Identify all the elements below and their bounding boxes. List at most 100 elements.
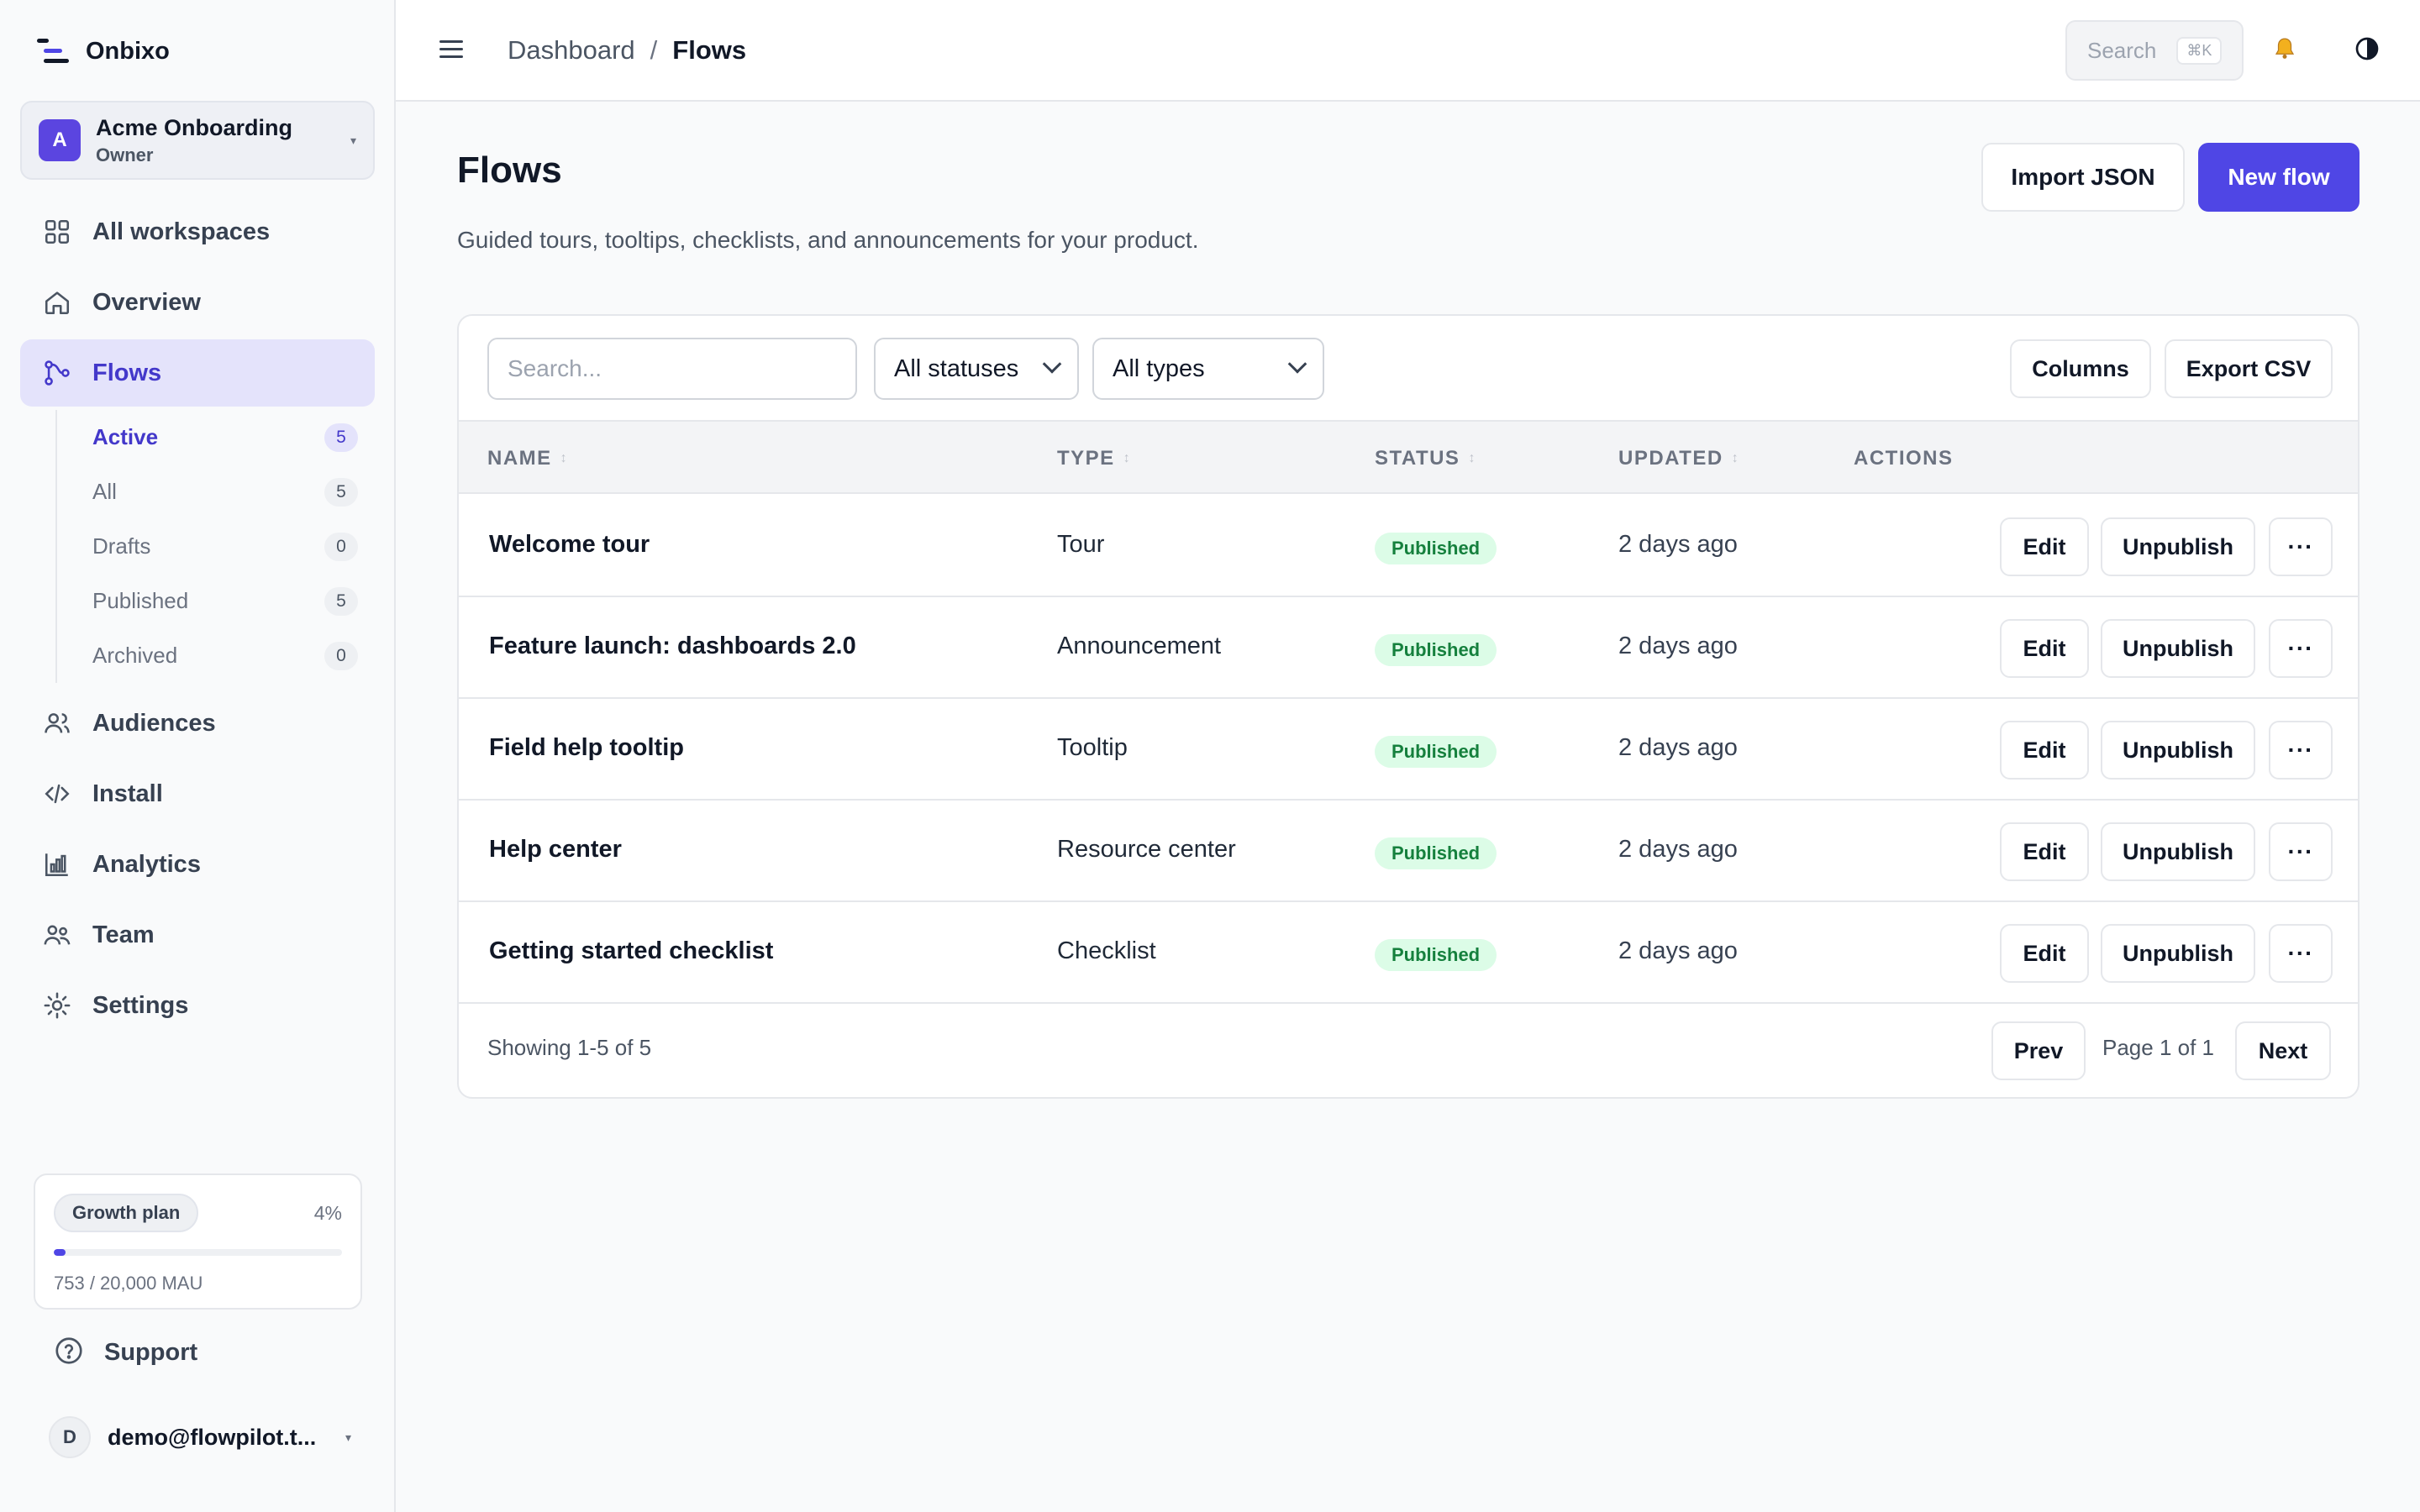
flow-name[interactable]: Welcome tour [489, 531, 650, 559]
table-row[interactable]: Getting started checklist Checklist Publis… [459, 902, 2358, 1004]
subnav-item-drafts[interactable]: Drafts 0 [57, 519, 375, 574]
more-options-button[interactable]: ··· [2269, 619, 2333, 678]
theme-toggle-icon[interactable] [2354, 35, 2381, 62]
plan-card[interactable]: Growth plan 4% 753 / 20,000 MAU [34, 1173, 362, 1310]
count-badge: 0 [324, 532, 358, 561]
breadcrumb-current: Flows [672, 35, 747, 65]
sidebar-item-settings[interactable]: Settings [20, 972, 375, 1039]
table-row[interactable]: Help center Resource center Published 2 day… [459, 801, 2358, 902]
chevron-down-icon [1287, 354, 1307, 374]
support-link[interactable]: Support [54, 1336, 197, 1370]
sidebar-item-label: Install [92, 780, 163, 807]
sort-icon: ↕ [1123, 451, 1132, 465]
edit-button[interactable]: Edit [2000, 721, 2089, 780]
table-row[interactable]: Field help tooltip Tooltip Published 2 days… [459, 699, 2358, 801]
brand[interactable]: Onbixo [37, 37, 170, 66]
sidebar-item-overview[interactable]: Overview [20, 269, 375, 336]
sidebar-nav: All workspaces Overview Flows Active 5 A… [20, 198, 375, 1042]
more-options-button[interactable]: ··· [2269, 517, 2333, 576]
column-header-updated[interactable]: UPDATED ↕ [1618, 447, 1739, 470]
column-header-label: UPDATED [1618, 447, 1723, 470]
bar-chart-icon [40, 848, 74, 881]
menu-icon[interactable] [439, 37, 466, 60]
edit-button[interactable]: Edit [2000, 517, 2089, 576]
unpublish-button[interactable]: Unpublish [2101, 924, 2255, 983]
shortcut-hint: ⌘K [2176, 36, 2223, 65]
flow-name[interactable]: Help center [489, 836, 622, 864]
sort-icon: ↕ [1468, 451, 1476, 465]
flow-type: Checklist [1057, 937, 1156, 964]
plan-usage-fill [54, 1249, 66, 1256]
subnav-item-active[interactable]: Active 5 [57, 410, 375, 465]
more-options-button[interactable]: ··· [2269, 924, 2333, 983]
import-json-button[interactable]: Import JSON [1981, 143, 2185, 212]
sidebar-item-label: All workspaces [92, 218, 271, 245]
prev-page-button[interactable]: Prev [1991, 1021, 2086, 1080]
table-row[interactable]: Welcome tour Tour Published 2 days ago Edit U… [459, 496, 2358, 597]
unpublish-button[interactable]: Unpublish [2101, 721, 2255, 780]
sort-icon: ↕ [1731, 451, 1740, 465]
columns-button[interactable]: Columns [2010, 339, 2151, 398]
workspace-switcher[interactable]: A Acme Onboarding Owner ▾ [20, 101, 375, 180]
flow-type: Tour [1057, 531, 1105, 558]
breadcrumb-separator: / [650, 35, 658, 65]
table-row[interactable]: Feature launch: dashboards 2.0 Announceme… [459, 597, 2358, 699]
edit-button[interactable]: Edit [2000, 924, 2089, 983]
status-badge: Published [1375, 837, 1497, 869]
subnav-label: All [92, 479, 117, 504]
flow-name[interactable]: Feature launch: dashboards 2.0 [489, 633, 856, 660]
more-options-button[interactable]: ··· [2269, 721, 2333, 780]
sidebar-item-flows[interactable]: Flows [20, 339, 375, 407]
subnav-item-published[interactable]: Published 5 [57, 574, 375, 628]
flow-icon [40, 356, 74, 390]
column-header-label: TYPE [1057, 447, 1115, 470]
new-flow-button[interactable]: New flow [2198, 143, 2360, 212]
count-badge: 5 [324, 423, 358, 452]
grid-icon [40, 215, 74, 249]
breadcrumb-dashboard[interactable]: Dashboard [508, 35, 635, 66]
sidebar-item-analytics[interactable]: Analytics [20, 831, 375, 898]
user-menu[interactable]: D demo@flowpilot.t... ▾ [49, 1416, 351, 1458]
subnav-item-archived[interactable]: Archived 0 [57, 628, 375, 683]
brand-logo-icon [37, 37, 69, 66]
page-subtitle: Guided tours, tooltips, checklists, and … [457, 227, 1199, 253]
sidebar-item-install[interactable]: Install [20, 760, 375, 827]
edit-button[interactable]: Edit [2000, 619, 2089, 678]
support-label: Support [104, 1339, 198, 1366]
sidebar-item-audiences[interactable]: Audiences [20, 690, 375, 757]
next-page-button[interactable]: Next [2235, 1021, 2331, 1080]
sidebar-item-team[interactable]: Team [20, 901, 375, 969]
column-header-status[interactable]: STATUS ↕ [1375, 447, 1476, 470]
unpublish-button[interactable]: Unpublish [2101, 822, 2255, 881]
flow-name[interactable]: Getting started checklist [489, 937, 773, 965]
subnav-label: Active [92, 424, 159, 449]
bell-icon[interactable] [2272, 35, 2297, 69]
export-csv-button[interactable]: Export CSV [2165, 339, 2333, 398]
table-header: NAME ↕ TYPE ↕ STATUS ↕ UPDATED ↕ ACTIONS [459, 420, 2358, 494]
status-filter-select[interactable]: All statuses [874, 338, 1079, 400]
status-badge: Published [1375, 939, 1497, 971]
subnav-item-all[interactable]: All 5 [57, 465, 375, 519]
flow-updated: 2 days ago [1618, 531, 1738, 558]
search-input[interactable]: Search... [487, 338, 857, 400]
status-badge: Published [1375, 533, 1497, 564]
count-badge: 0 [324, 641, 358, 670]
sidebar-item-label: Overview [92, 288, 201, 316]
flow-updated: 2 days ago [1618, 633, 1738, 659]
column-header-type[interactable]: TYPE ↕ [1057, 447, 1131, 470]
column-header-name[interactable]: NAME ↕ [487, 447, 568, 470]
brand-name: Onbixo [86, 37, 170, 65]
team-icon [40, 918, 74, 952]
more-options-button[interactable]: ··· [2269, 822, 2333, 881]
global-search-button[interactable]: Search ⌘K [2065, 20, 2244, 81]
chevron-down-icon [1042, 354, 1062, 374]
column-header-label: ACTIONS [1854, 447, 1954, 470]
workspace-avatar: A [39, 119, 81, 161]
edit-button[interactable]: Edit [2000, 822, 2089, 881]
sidebar-item-all-workspaces[interactable]: All workspaces [20, 198, 375, 265]
unpublish-button[interactable]: Unpublish [2101, 517, 2255, 576]
flow-name[interactable]: Field help tooltip [489, 734, 684, 762]
unpublish-button[interactable]: Unpublish [2101, 619, 2255, 678]
type-filter-select[interactable]: All types [1092, 338, 1324, 400]
flow-type: Announcement [1057, 633, 1222, 659]
